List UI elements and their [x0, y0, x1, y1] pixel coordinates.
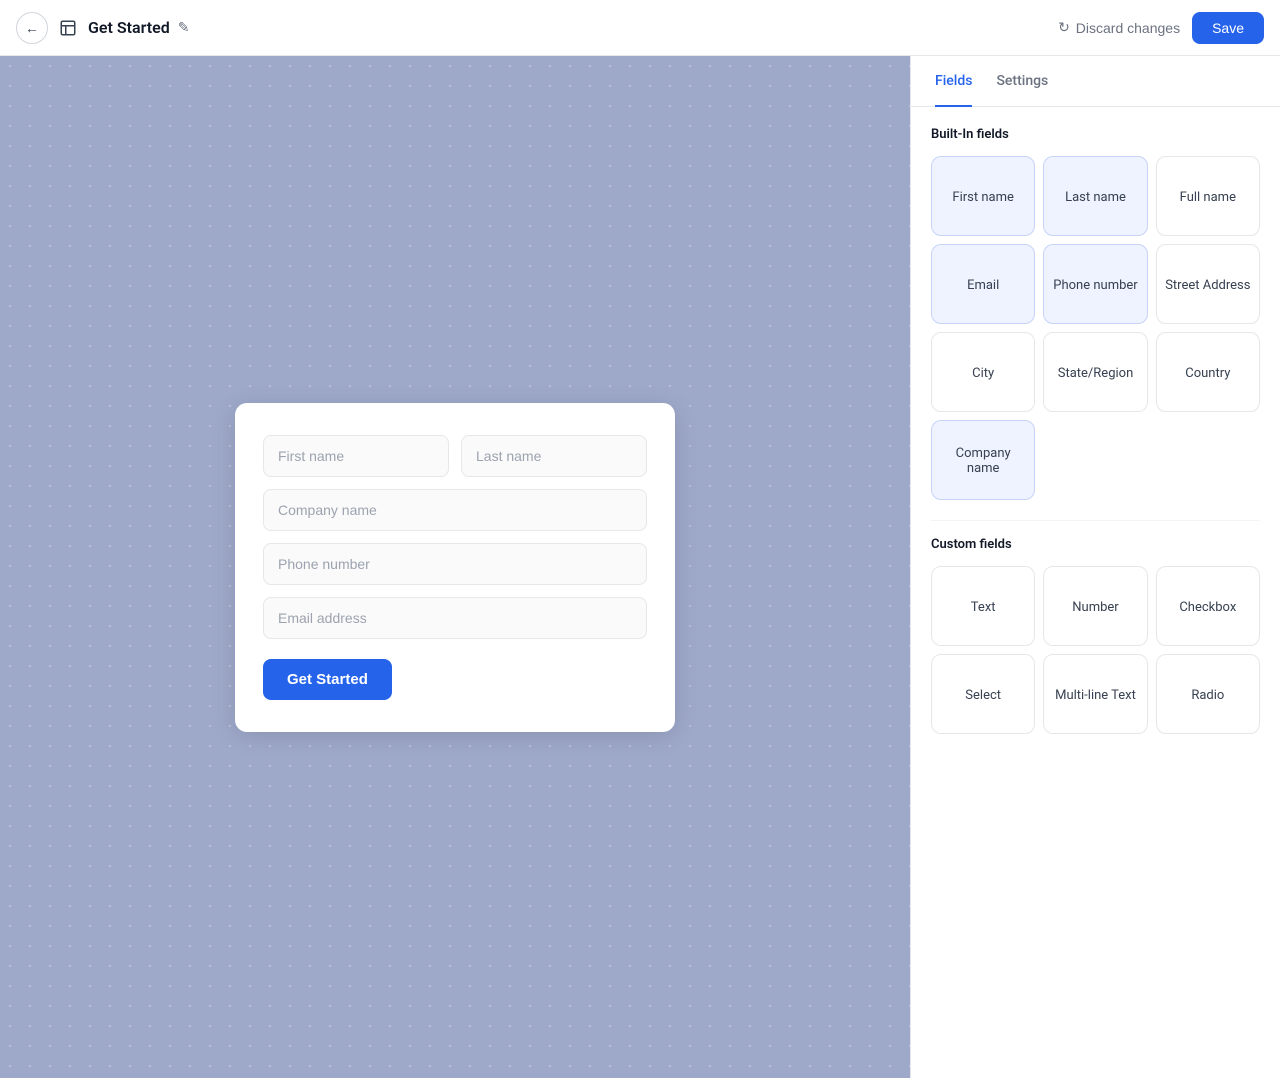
builtin-field-card[interactable]: Company name — [931, 420, 1035, 500]
custom-field-card[interactable]: Radio — [1156, 654, 1260, 734]
custom-field-card[interactable]: Text — [931, 566, 1035, 646]
tab-fields[interactable]: Fields — [935, 57, 972, 107]
last-name-input[interactable] — [461, 435, 647, 477]
edit-icon[interactable]: ✎ — [178, 20, 190, 36]
email-input[interactable] — [263, 597, 647, 639]
builtin-section-title: Built-In fields — [931, 127, 1260, 142]
form-submit-button[interactable]: Get Started — [263, 659, 392, 700]
discard-label: Discard changes — [1076, 20, 1180, 36]
form-card: Get Started — [235, 403, 675, 732]
main-layout: Get Started Fields Settings Built-In fie… — [0, 56, 1280, 1078]
form-name-row — [263, 435, 647, 477]
topbar-left: ← Get Started ✎ — [16, 12, 1050, 44]
canvas: Get Started — [0, 56, 910, 1078]
form-company-row — [263, 489, 647, 531]
builtin-field-card[interactable]: Full name — [1156, 156, 1260, 236]
topbar-right: ↻ Discard changes Save — [1058, 12, 1264, 44]
panel-content: Built-In fields First nameLast nameFull … — [911, 107, 1280, 1078]
page-title: Get Started — [88, 18, 170, 37]
builtin-field-card[interactable]: Street Address — [1156, 244, 1260, 324]
custom-field-card[interactable]: Checkbox — [1156, 566, 1260, 646]
save-button[interactable]: Save — [1192, 12, 1264, 44]
builtin-field-card[interactable]: Last name — [1043, 156, 1147, 236]
right-panel: Fields Settings Built-In fields First na… — [910, 56, 1280, 1078]
builtin-field-card[interactable]: City — [931, 332, 1035, 412]
custom-section-title: Custom fields — [931, 537, 1260, 552]
builtin-field-grid: First nameLast nameFull name EmailPhone n… — [931, 156, 1260, 500]
section-divider — [931, 520, 1260, 521]
builtin-field-card[interactable]: Country — [1156, 332, 1260, 412]
builtin-field-card[interactable]: State/Region — [1043, 332, 1147, 412]
first-name-input[interactable] — [263, 435, 449, 477]
back-button[interactable]: ← — [16, 12, 48, 44]
custom-field-grid: TextNumberCheckbox SelectMulti-line TextR… — [931, 566, 1260, 734]
panel-tabs: Fields Settings — [911, 56, 1280, 107]
tab-settings[interactable]: Settings — [996, 57, 1048, 107]
phone-input[interactable] — [263, 543, 647, 585]
topbar: ← Get Started ✎ ↻ Discard changes Save — [0, 0, 1280, 56]
custom-field-card[interactable]: Number — [1043, 566, 1147, 646]
discard-button[interactable]: ↻ Discard changes — [1058, 19, 1180, 36]
builtin-field-card[interactable]: Email — [931, 244, 1035, 324]
discard-icon: ↻ — [1058, 19, 1070, 36]
custom-field-card[interactable]: Multi-line Text — [1043, 654, 1147, 734]
page-icon — [56, 16, 80, 40]
form-email-row — [263, 597, 647, 639]
form-phone-row — [263, 543, 647, 585]
company-name-input[interactable] — [263, 489, 647, 531]
builtin-field-card[interactable]: Phone number — [1043, 244, 1147, 324]
builtin-field-card[interactable]: First name — [931, 156, 1035, 236]
custom-field-card[interactable]: Select — [931, 654, 1035, 734]
